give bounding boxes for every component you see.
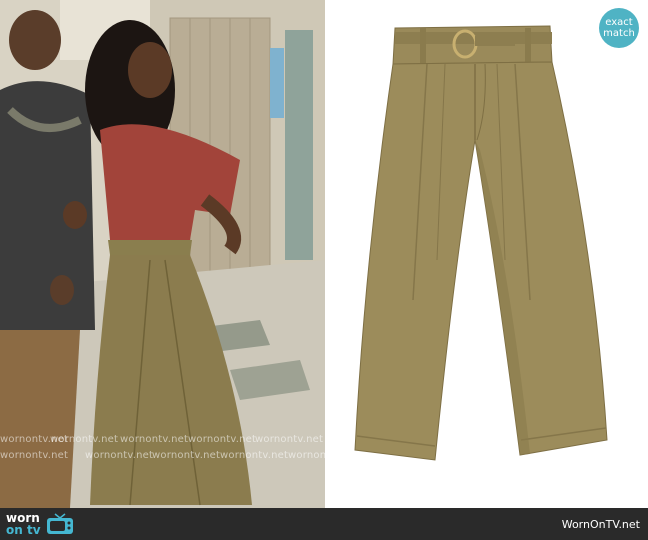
- watermark-text: wornontv.net: [255, 434, 324, 445]
- product-image: [325, 0, 648, 508]
- watermark-text: wornontv.net: [152, 450, 221, 461]
- logo-text-bottom: on tv: [6, 523, 41, 537]
- exact-match-badge: exact match: [599, 8, 639, 48]
- watermark-text: wornontv.net: [0, 450, 69, 461]
- tv-icon: [46, 513, 73, 534]
- site-logo[interactable]: worn on tv: [6, 511, 75, 537]
- watermark-text: wornontv.net: [188, 434, 257, 445]
- footer-bar: worn on tv WornOnTV.net: [0, 508, 648, 540]
- site-url[interactable]: WornOnTV.net: [562, 518, 640, 531]
- scene-illustration: [0, 0, 325, 508]
- culottes-illustration: [354, 25, 608, 461]
- watermark-text: wornontv.net: [288, 450, 325, 461]
- badge-line-2: match: [603, 28, 635, 39]
- watermark-text: wornontv.net: [85, 450, 154, 461]
- watermark-text: wornontv.net: [220, 450, 289, 461]
- scene-photo: wornontv.net wornontv.net wornontv.net w…: [0, 0, 325, 508]
- badge-line-1: exact: [605, 17, 633, 28]
- watermark-text: wornontv.net: [120, 434, 189, 445]
- watermark-text: wornontv.net: [50, 434, 119, 445]
- logo-text: worn on tv: [6, 512, 41, 536]
